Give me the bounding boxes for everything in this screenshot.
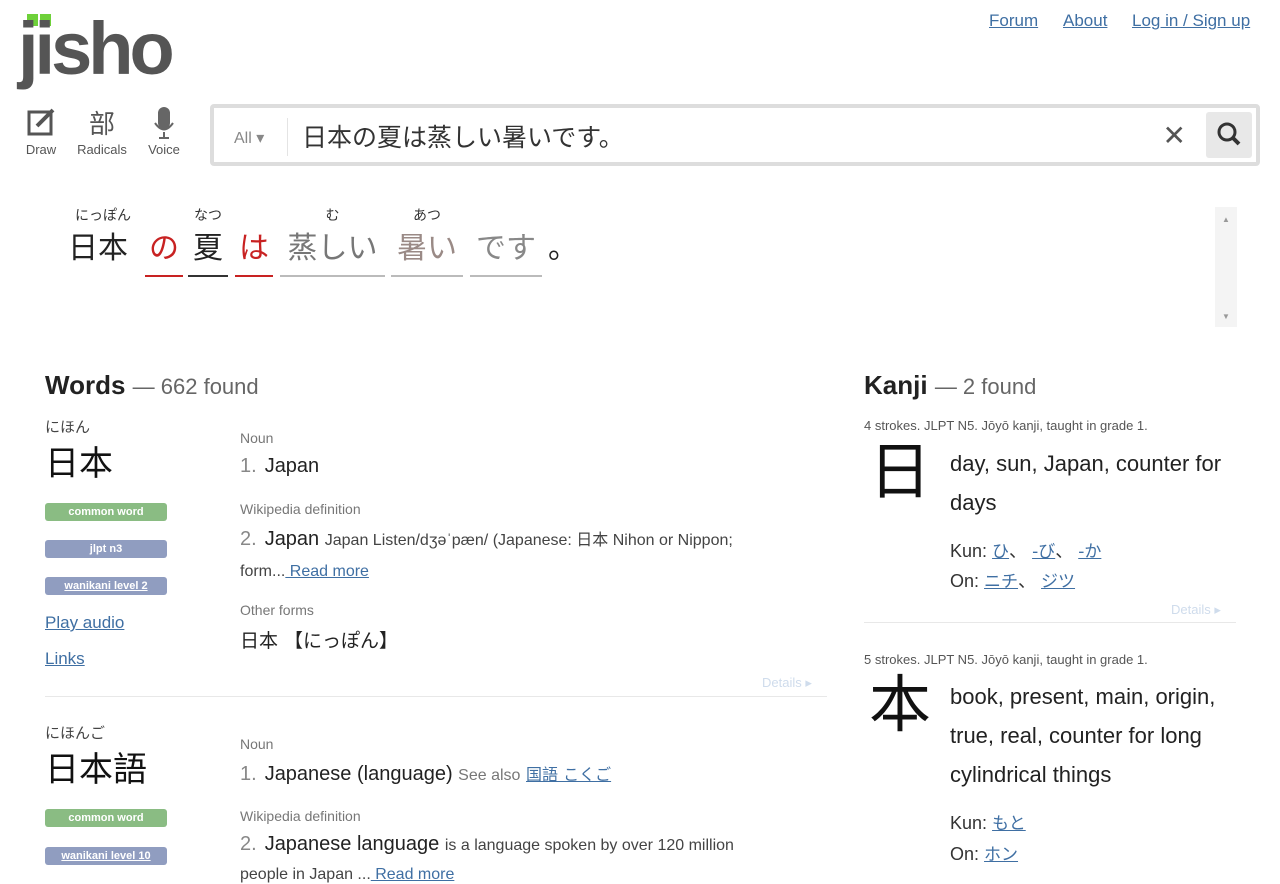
radical-glyph-icon: 部	[88, 109, 115, 139]
radicals-label: Radicals	[77, 142, 127, 157]
furigana: む	[325, 208, 340, 224]
furigana: にっぽん	[75, 208, 131, 224]
segment-text: 蒸しい	[280, 227, 385, 277]
on-readings: On: ホン	[950, 844, 1019, 865]
read-more-link[interactable]: Read more	[285, 563, 369, 580]
furigana	[235, 205, 273, 227]
clear-icon[interactable]: ✕	[1163, 119, 1186, 152]
sentence-segment: 。	[548, 205, 578, 277]
search-divider	[287, 118, 288, 156]
furigana: あつ	[413, 208, 441, 224]
segment-text: 夏	[188, 227, 228, 277]
meaning-1: 1. Japanese (language) See also 国語 こくご	[240, 763, 612, 785]
sentence-segment[interactable]: なつ夏	[188, 205, 228, 277]
kun-readings: Kun: もと	[950, 813, 1026, 834]
jlpt-tag: jlpt n3	[45, 540, 167, 558]
kanji-meaning: day, sun, Japan, counter for days	[950, 451, 1222, 515]
kanji-character[interactable]: 本	[869, 670, 931, 740]
wikipedia-label: Wikipedia definition	[240, 501, 361, 517]
kanji-meta: 4 strokes. JLPT N5. Jōyō kanji, taught i…	[864, 418, 1148, 433]
microphone-icon	[134, 106, 194, 142]
read-more-link[interactable]: Read more	[371, 866, 454, 883]
forum-link[interactable]: Forum	[989, 11, 1038, 31]
login-link[interactable]: Log in / Sign up	[1132, 11, 1250, 31]
sentence-scrollbar[interactable]: ▲ ▼	[1215, 207, 1237, 327]
segment-text: 日本	[68, 231, 128, 266]
word-text: 日本	[45, 444, 113, 484]
on-reading-link[interactable]: ジツ	[1041, 572, 1075, 592]
kanji-meaning: book, present, main, origin, true, real,…	[950, 684, 1216, 787]
wanikani-tag[interactable]: wanikani level 2	[45, 577, 167, 595]
on-reading-link[interactable]: ホン	[984, 845, 1018, 865]
wikipedia-label: Wikipedia definition	[240, 808, 361, 824]
common-word-tag: common word	[45, 503, 167, 521]
divider	[45, 696, 827, 697]
wanikani-tag[interactable]: wanikani level 10	[45, 847, 167, 865]
furigana: なつ	[194, 208, 222, 224]
search-icon	[1217, 122, 1241, 146]
search-box: All ▾ ✕	[210, 104, 1260, 166]
kanji-character[interactable]: 日	[869, 437, 931, 507]
sentence-segment[interactable]: にっぽん日本	[68, 205, 138, 277]
other-forms: 日本 【にっぽん】	[240, 630, 399, 652]
meaning-2-cont: people in Japan ... Read more	[240, 866, 455, 883]
meaning-1: 1. Japan	[240, 455, 320, 477]
sentence-segment[interactable]: あつ 暑い	[391, 205, 463, 277]
sentence-segment[interactable]: は	[235, 205, 273, 277]
kun-reading-link[interactable]: もと	[992, 814, 1026, 834]
pencil-square-icon	[11, 106, 71, 142]
pos-label: Noun	[240, 430, 274, 446]
search-input[interactable]	[302, 116, 1142, 156]
segment-text: です	[470, 227, 542, 277]
furigana	[548, 205, 568, 227]
kun-reading-link[interactable]: -か	[1078, 542, 1101, 562]
details-link[interactable]: Details ▸	[762, 675, 812, 691]
sentence-segment[interactable]: の	[145, 205, 183, 277]
draw-label: Draw	[25, 142, 57, 157]
sentence-segment[interactable]: です	[470, 205, 542, 277]
kanji-heading: Kanji — 2 found	[864, 370, 1037, 400]
voice-button[interactable]: Voice	[134, 106, 194, 157]
divider	[864, 622, 1236, 623]
voice-label: Voice	[148, 142, 180, 157]
meaning-2-cont: form... Read more	[240, 563, 369, 580]
furigana	[145, 205, 183, 227]
search-filter-dropdown[interactable]: All ▾	[234, 128, 264, 148]
play-audio-link[interactable]: Play audio	[45, 613, 124, 633]
about-link[interactable]: About	[1063, 11, 1107, 31]
pos-label: Noun	[240, 736, 274, 752]
segment-text: は	[235, 227, 273, 277]
word-text: 日本語	[45, 750, 147, 790]
kun-reading-link[interactable]: ひ	[992, 542, 1009, 562]
details-link[interactable]: Details ▸	[1171, 602, 1221, 618]
meaning-2: 2. Japanese language is a language spoken…	[240, 833, 734, 855]
logo-text: jisho	[18, 7, 175, 90]
word-reading: にほん	[45, 418, 91, 436]
draw-button[interactable]: Draw	[11, 106, 71, 157]
on-readings: On: ニチ、 ジツ	[950, 571, 1076, 592]
sentence-segment[interactable]: む蒸しい	[280, 205, 385, 277]
kanji-meta: 5 strokes. JLPT N5. Jōyō kanji, taught i…	[864, 652, 1148, 667]
segment-text: 。	[548, 231, 578, 266]
segment-text: の	[145, 227, 183, 277]
words-heading: Words — 662 found	[45, 370, 259, 400]
on-reading-link[interactable]: ニチ	[984, 572, 1018, 592]
kun-reading-link[interactable]: -び	[1032, 542, 1055, 562]
furigana	[470, 205, 542, 227]
common-word-tag: common word	[45, 809, 167, 827]
segment-text: 暑い	[391, 227, 463, 277]
links-link[interactable]: Links	[45, 649, 85, 669]
see-also-link[interactable]: 国語 こくご	[526, 765, 611, 784]
search-button[interactable]	[1206, 112, 1252, 158]
word-reading: にほんご	[45, 724, 106, 742]
jisho-logo[interactable]: jisho	[18, 4, 188, 94]
radicals-button[interactable]: 部 Radicals	[72, 106, 132, 157]
other-forms-label: Other forms	[240, 602, 314, 618]
meaning-2: 2. Japan Japan Listen/dʒəˈpæn/ (Japanese:…	[240, 528, 733, 550]
kun-readings: Kun: ひ、 -び、 -か	[950, 541, 1102, 562]
